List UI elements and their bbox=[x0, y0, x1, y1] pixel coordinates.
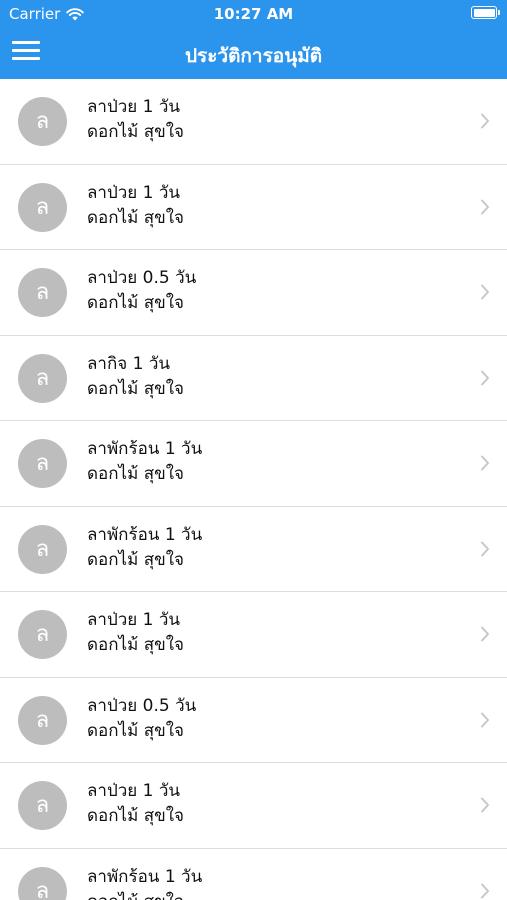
list-item[interactable]: ล ลาป่วย 1 วัน ดอกไม้ สุขใจ bbox=[0, 763, 507, 849]
list-item-text: ลาพักร้อน 1 วัน ดอกไม้ สุขใจ bbox=[87, 523, 202, 573]
employee-name-label: ดอกไม้ สุขใจ bbox=[87, 549, 184, 570]
avatar: ล bbox=[18, 182, 67, 232]
list-item[interactable]: ล ลาป่วย 1 วัน ดอกไม้ สุขใจ bbox=[0, 79, 507, 165]
avatar: ล bbox=[18, 439, 67, 488]
list-item-text: ลาป่วย 1 วัน ดอกไม้ สุขใจ bbox=[87, 608, 184, 658]
list-item-text: ลาพักร้อน 1 วัน ดอกไม้ สุขใจ bbox=[87, 865, 202, 900]
leave-type-label: ลาป่วย 1 วัน bbox=[87, 610, 181, 630]
approval-history-list[interactable]: ล ลาป่วย 1 วัน ดอกไม้ สุขใจ ล ลาป่วย 1 ว… bbox=[0, 79, 507, 900]
list-item-text: ลาพักร้อน 1 วัน ดอกไม้ สุขใจ bbox=[87, 437, 202, 487]
employee-name-label: ดอกไม้ สุขใจ bbox=[87, 890, 202, 900]
list-item[interactable]: ล ลาพักร้อน 1 วัน ดอกไม้ สุขใจ bbox=[0, 507, 507, 592]
avatar: ล bbox=[18, 695, 67, 745]
list-item-text: ลาป่วย 1 วัน ดอกไม้ สุขใจ bbox=[87, 95, 184, 145]
list-item-text: ลาป่วย 1 วัน ดอกไม้ สุขใจ bbox=[87, 181, 184, 231]
avatar: ล bbox=[18, 610, 67, 659]
avatar: ล bbox=[18, 268, 67, 317]
leave-type-label: ลาป่วย 0.5 วัน bbox=[87, 695, 197, 716]
list-item[interactable]: ล ลากิจ 1 วัน ดอกไม้ สุขใจ bbox=[0, 336, 507, 421]
list-item-text: ลาป่วย 1 วัน ดอกไม้ สุขใจ bbox=[87, 779, 184, 829]
list-item-text: ลากิจ 1 วัน ดอกไม้ สุขใจ bbox=[87, 352, 184, 402]
list-item[interactable]: ล ลาป่วย 0.5 วัน ดอกไม้ สุขใจ bbox=[0, 250, 507, 336]
employee-name-label: ดอกไม้ สุขใจ bbox=[87, 378, 184, 399]
avatar: ล bbox=[18, 97, 67, 146]
list-item[interactable]: ล ลาป่วย 0.5 วัน ดอกไม้ สุขใจ bbox=[0, 678, 507, 763]
nav-bar: ประวัติการอนุมัติ bbox=[0, 28, 507, 79]
employee-name-label: ดอกไม้ สุขใจ bbox=[87, 720, 184, 741]
status-bar: Carrier 10:27 AM bbox=[0, 0, 507, 28]
avatar: ล bbox=[18, 353, 67, 403]
avatar: ล bbox=[18, 524, 67, 574]
chevron-right-icon bbox=[481, 370, 489, 385]
status-time: 10:27 AM bbox=[213, 5, 294, 23]
leave-type-label: ลาพักร้อน 1 วัน bbox=[87, 524, 203, 545]
chevron-right-icon bbox=[481, 284, 489, 300]
chevron-right-icon bbox=[481, 712, 489, 727]
leave-type-label: ลาป่วย 1 วัน bbox=[87, 781, 181, 801]
list-item-text: ลาป่วย 0.5 วัน ดอกไม้ สุขใจ bbox=[87, 694, 196, 744]
employee-name-label: ดอกไม้ สุขใจ bbox=[87, 122, 184, 142]
list-item[interactable]: ล ลาป่วย 1 วัน ดอกไม้ สุขใจ bbox=[0, 592, 507, 678]
list-item[interactable]: ล ลาป่วย 1 วัน ดอกไม้ สุขใจ bbox=[0, 165, 507, 250]
leave-type-label: ลาป่วย 0.5 วัน bbox=[87, 268, 197, 288]
chevron-right-icon bbox=[481, 455, 489, 471]
leave-type-label: ลาพักร้อน 1 วัน bbox=[87, 866, 203, 887]
chevron-right-icon bbox=[481, 626, 489, 642]
list-item[interactable]: ล ลาพักร้อน 1 วัน ดอกไม้ สุขใจ bbox=[0, 421, 507, 507]
employee-name-label: ดอกไม้ สุขใจ bbox=[87, 635, 184, 655]
employee-name-label: ดอกไม้ สุขใจ bbox=[87, 293, 184, 313]
chevron-right-icon bbox=[481, 797, 489, 813]
list-item[interactable]: ล ลาพักร้อน 1 วัน ดอกไม้ สุขใจ bbox=[0, 849, 507, 900]
employee-name-label: ดอกไม้ สุขใจ bbox=[87, 806, 184, 826]
employee-name-label: ดอกไม้ สุขใจ bbox=[87, 464, 184, 484]
leave-type-label: ลาพักร้อน 1 วัน bbox=[87, 439, 203, 459]
battery-icon bbox=[471, 6, 500, 19]
avatar: ล bbox=[18, 781, 67, 830]
avatar: ล bbox=[18, 866, 67, 900]
leave-type-label: ลาป่วย 1 วัน bbox=[87, 97, 181, 117]
list-item-text: ลาป่วย 0.5 วัน ดอกไม้ สุขใจ bbox=[87, 266, 196, 316]
leave-type-label: ลากิจ 1 วัน bbox=[87, 353, 171, 374]
employee-name-label: ดอกไม้ สุขใจ bbox=[87, 207, 184, 228]
page-title: ประวัติการอนุมัติ bbox=[184, 45, 323, 67]
chevron-right-icon bbox=[481, 113, 489, 129]
app-header: Carrier 10:27 AM ประวัติการอนุมัติ bbox=[0, 0, 507, 79]
chevron-right-icon bbox=[481, 199, 489, 214]
chevron-right-icon bbox=[481, 541, 489, 556]
chevron-right-icon bbox=[481, 883, 489, 898]
leave-type-label: ลาป่วย 1 วัน bbox=[87, 182, 181, 203]
